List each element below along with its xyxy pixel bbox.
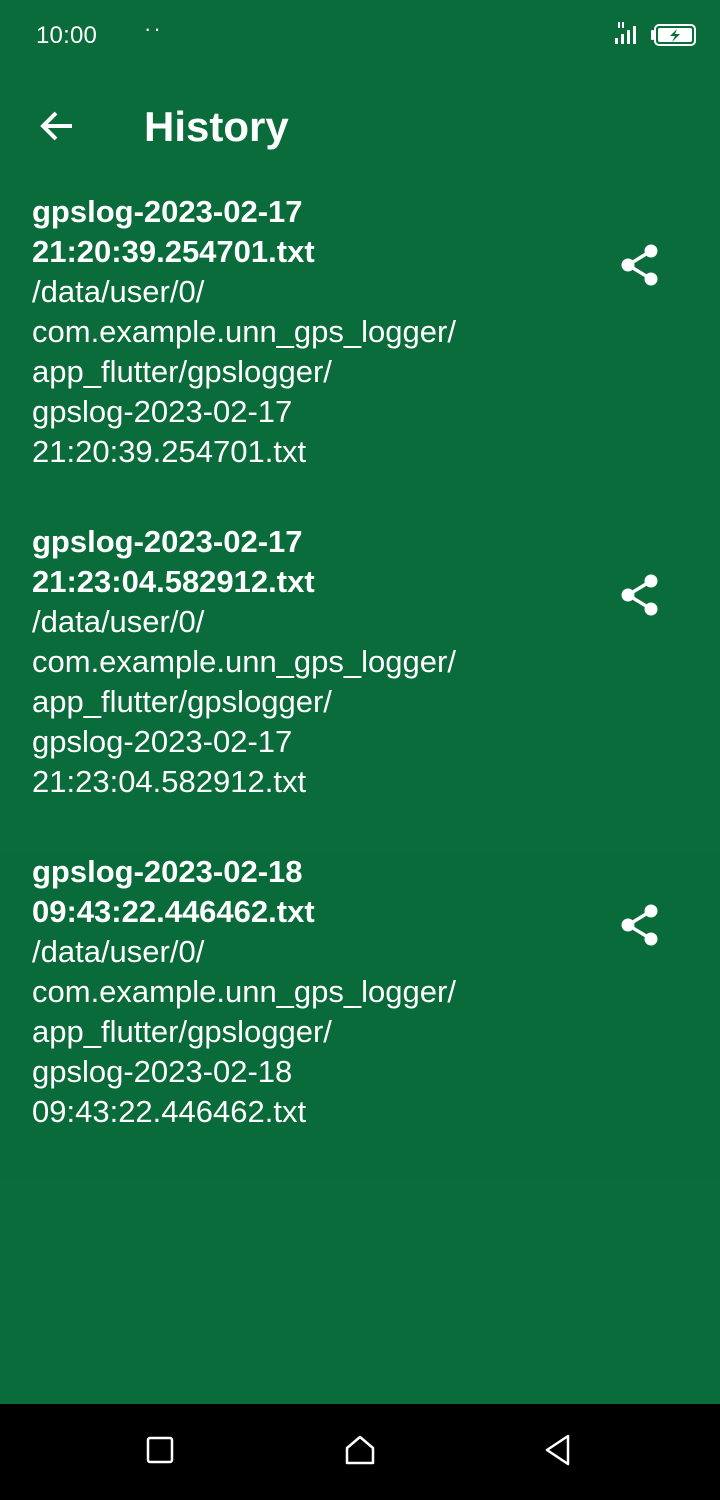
status-time: 10:00 xyxy=(36,22,98,49)
signal-icon xyxy=(614,22,642,51)
square-icon xyxy=(146,1436,174,1469)
list-item[interactable]: gpslog-2023-02-17 21:20:39.254701.txt /d… xyxy=(0,192,720,520)
file-name: gpslog-2023-02-17 21:20:39.254701.txt xyxy=(32,194,315,269)
file-name: gpslog-2023-02-18 09:43:22.446462.txt xyxy=(32,854,315,929)
triangle-back-icon xyxy=(544,1434,572,1471)
list-item[interactable]: gpslog-2023-02-17 21:23:04.582912.txt /d… xyxy=(0,522,720,850)
back-button[interactable] xyxy=(28,102,84,154)
page-title: History xyxy=(144,103,289,150)
history-list: gpslog-2023-02-17 21:20:39.254701.txt /d… xyxy=(0,190,720,1180)
share-icon xyxy=(620,573,660,622)
home-icon xyxy=(344,1435,376,1470)
share-button[interactable] xyxy=(612,902,668,952)
arrow-back-icon xyxy=(38,110,74,147)
system-back-button[interactable] xyxy=(538,1432,578,1472)
battery-charging-icon xyxy=(650,24,696,51)
file-path: /data/user/0/ com.example.unn_gps_logger… xyxy=(32,934,456,1129)
share-button[interactable] xyxy=(612,572,668,622)
app-bar: History xyxy=(0,84,720,172)
file-name: gpslog-2023-02-17 21:23:04.582912.txt xyxy=(32,524,315,599)
status-bar: 10:00 ·· xyxy=(0,0,720,72)
file-path: /data/user/0/ com.example.unn_gps_logger… xyxy=(32,604,456,799)
notification-dots: ·· xyxy=(144,16,163,41)
home-button[interactable] xyxy=(340,1432,380,1472)
system-nav-bar xyxy=(0,1404,720,1500)
file-path: /data/user/0/ com.example.unn_gps_logger… xyxy=(32,274,456,469)
share-icon xyxy=(620,903,660,952)
recents-button[interactable] xyxy=(140,1432,180,1472)
share-icon xyxy=(620,243,660,292)
share-button[interactable] xyxy=(612,242,668,292)
list-item[interactable]: gpslog-2023-02-18 09:43:22.446462.txt /d… xyxy=(0,852,720,1180)
